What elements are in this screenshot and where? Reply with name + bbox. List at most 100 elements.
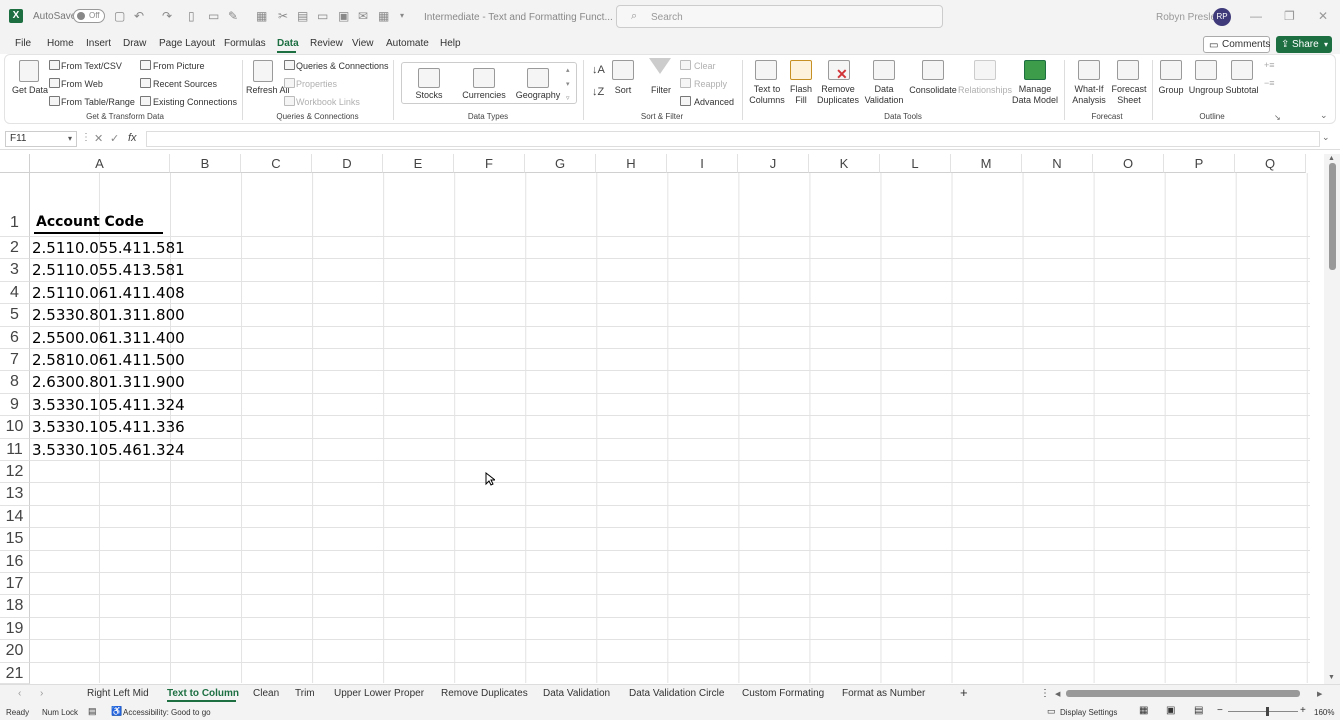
sheet-tab-data-validation[interactable]: Data Validation bbox=[543, 688, 610, 699]
gallery-scroll-icon[interactable]: ▴ ▾ ▿ bbox=[566, 64, 570, 106]
page-break-view-icon[interactable]: ▤ bbox=[1194, 705, 1203, 716]
avatar[interactable]: RP bbox=[1213, 8, 1231, 26]
row-header-13[interactable]: 13 bbox=[0, 483, 30, 506]
column-header-l[interactable]: L bbox=[880, 154, 951, 173]
search-box[interactable]: ⌕ Search bbox=[616, 5, 943, 28]
hide-detail-icon[interactable]: −≡ bbox=[1264, 78, 1275, 88]
row-header-1[interactable]: 1 bbox=[0, 173, 30, 237]
manage-data-model-button[interactable]: Manage Data Model bbox=[1010, 84, 1060, 106]
dialog-launcher-icon[interactable]: ↘ bbox=[1274, 113, 1281, 122]
format-icon[interactable]: ▦ bbox=[256, 10, 267, 22]
properties-button[interactable]: Properties bbox=[296, 79, 337, 89]
print-icon[interactable]: ▤ bbox=[297, 10, 308, 22]
cell-a11[interactable]: 3.5330.105.461.324 bbox=[32, 441, 185, 459]
undo-icon[interactable]: ↶ bbox=[134, 10, 144, 22]
from-web-button[interactable]: From Web bbox=[61, 79, 103, 89]
subtotal-button[interactable]: Subtotal bbox=[1224, 85, 1260, 95]
row-header-6[interactable]: 6 bbox=[0, 326, 30, 349]
row-header-9[interactable]: 9 bbox=[0, 393, 30, 417]
prev-sheet-icon[interactable]: ‹ bbox=[18, 688, 21, 699]
tab-page-layout[interactable]: Page Layout bbox=[159, 38, 215, 49]
cell-a8[interactable]: 2.6300.801.311.900 bbox=[32, 373, 185, 391]
get-data-button[interactable]: Get Data bbox=[12, 85, 48, 95]
sheet-tab-format-as-number[interactable]: Format as Number bbox=[842, 688, 925, 699]
cell-a5[interactable]: 2.5330.801.311.800 bbox=[32, 306, 185, 324]
row-header-21[interactable]: 21 bbox=[0, 662, 30, 684]
macro-record-icon[interactable]: ▤ bbox=[88, 706, 97, 717]
close-icon[interactable]: ✕ bbox=[1318, 9, 1328, 23]
tab-file[interactable]: File bbox=[15, 38, 31, 49]
document-title[interactable]: Intermediate - Text and Formatting Funct… bbox=[424, 12, 613, 23]
scroll-left-icon[interactable]: ◀ bbox=[1055, 690, 1060, 698]
queries-connections-button[interactable]: Queries & Connections bbox=[296, 61, 389, 71]
filter-button[interactable]: Filter bbox=[644, 85, 678, 95]
enter-icon[interactable]: ✓ bbox=[110, 132, 119, 145]
zoom-in-icon[interactable]: + bbox=[1300, 705, 1306, 716]
row-header-7[interactable]: 7 bbox=[0, 349, 30, 372]
row-header-5[interactable]: 5 bbox=[0, 304, 30, 327]
sheet-tab-remove-duplicates[interactable]: Remove Duplicates bbox=[441, 688, 528, 699]
form-icon[interactable]: ▦ bbox=[378, 10, 389, 22]
zoom-slider[interactable] bbox=[1228, 711, 1298, 712]
add-sheet-icon[interactable]: + bbox=[960, 685, 968, 700]
vertical-scroll-thumb[interactable] bbox=[1329, 163, 1336, 270]
zoom-slider-thumb[interactable] bbox=[1266, 707, 1269, 716]
minimize-icon[interactable]: — bbox=[1250, 9, 1262, 23]
cell-a4[interactable]: 2.5110.061.411.408 bbox=[32, 284, 185, 302]
show-detail-icon[interactable]: +≡ bbox=[1264, 60, 1275, 70]
row-header-8[interactable]: 8 bbox=[0, 371, 30, 394]
tab-draw[interactable]: Draw bbox=[123, 38, 146, 49]
row-header-11[interactable]: 11 bbox=[0, 438, 30, 461]
scroll-up-icon[interactable]: ▲ bbox=[1328, 155, 1335, 162]
cell-a3[interactable]: 2.5110.055.413.581 bbox=[32, 261, 185, 279]
group-button[interactable]: Group bbox=[1154, 85, 1188, 95]
more-options-icon[interactable]: ⋮ bbox=[81, 132, 91, 143]
row-header-19[interactable]: 19 bbox=[0, 617, 30, 641]
column-header-e[interactable]: E bbox=[383, 154, 454, 173]
cell-a1-header[interactable]: Account Code bbox=[36, 214, 144, 230]
row-header-15[interactable]: 15 bbox=[0, 528, 30, 551]
user-name[interactable]: Robyn Presley bbox=[1156, 12, 1221, 23]
currencies-button[interactable]: Currencies bbox=[460, 90, 508, 100]
new-file-icon[interactable]: ▯ bbox=[188, 10, 195, 22]
email-icon[interactable]: ✉ bbox=[358, 10, 368, 22]
sheet-tab-right-left-mid[interactable]: Right Left Mid bbox=[87, 688, 149, 699]
normal-view-icon[interactable]: ▦ bbox=[1139, 705, 1148, 716]
column-header-d[interactable]: D bbox=[312, 154, 383, 173]
column-header-g[interactable]: G bbox=[525, 154, 596, 173]
maximize-icon[interactable]: ❐ bbox=[1284, 9, 1295, 23]
column-header-b[interactable]: B bbox=[170, 154, 241, 173]
row-header-16[interactable]: 16 bbox=[0, 550, 30, 573]
forecast-sheet-button[interactable]: Forecast Sheet bbox=[1110, 84, 1148, 106]
column-header-p[interactable]: P bbox=[1164, 154, 1235, 173]
sheet-tab-clean[interactable]: Clean bbox=[253, 688, 279, 699]
sheet-tab-trim[interactable]: Trim bbox=[295, 688, 315, 699]
highlight-icon[interactable]: ✎ bbox=[228, 10, 238, 22]
from-text-csv-button[interactable]: From Text/CSV bbox=[61, 61, 122, 71]
flash-fill-button[interactable]: Flash Fill bbox=[786, 84, 816, 106]
column-header-i[interactable]: I bbox=[667, 154, 738, 173]
consolidate-button[interactable]: Consolidate bbox=[908, 85, 958, 95]
sort-button[interactable]: Sort bbox=[606, 85, 640, 95]
cell-a6[interactable]: 2.5500.061.311.400 bbox=[32, 329, 185, 347]
select-all-corner[interactable] bbox=[0, 154, 30, 173]
tab-automate[interactable]: Automate bbox=[386, 38, 429, 49]
row-header-10[interactable]: 10 bbox=[0, 416, 30, 439]
folder-icon[interactable]: ▭ bbox=[317, 10, 328, 22]
sort-ascending-icon[interactable]: ↓A bbox=[592, 64, 605, 76]
remove-duplicates-button[interactable]: Remove Duplicates bbox=[815, 84, 861, 106]
row-header-12[interactable]: 12 bbox=[0, 461, 30, 484]
ungroup-button[interactable]: Ungroup bbox=[1186, 85, 1226, 95]
column-header-c[interactable]: C bbox=[241, 154, 312, 173]
cell-a10[interactable]: 3.5330.105.411.336 bbox=[32, 418, 185, 436]
advanced-button[interactable]: Advanced bbox=[694, 97, 734, 107]
insert-function-icon[interactable]: fx bbox=[128, 132, 137, 144]
workbook-links-button[interactable]: Workbook Links bbox=[296, 97, 360, 107]
sheet-tab-text-to-column[interactable]: Text to Column bbox=[167, 688, 239, 699]
tab-help[interactable]: Help bbox=[440, 38, 461, 49]
copy-icon[interactable]: ▭ bbox=[208, 10, 219, 22]
zoom-out-icon[interactable]: − bbox=[1217, 705, 1223, 716]
cell-grid[interactable] bbox=[30, 173, 1310, 683]
sheet-tab-upper-lower-proper[interactable]: Upper Lower Proper bbox=[334, 688, 424, 699]
zoom-level[interactable]: 160% bbox=[1314, 708, 1334, 717]
